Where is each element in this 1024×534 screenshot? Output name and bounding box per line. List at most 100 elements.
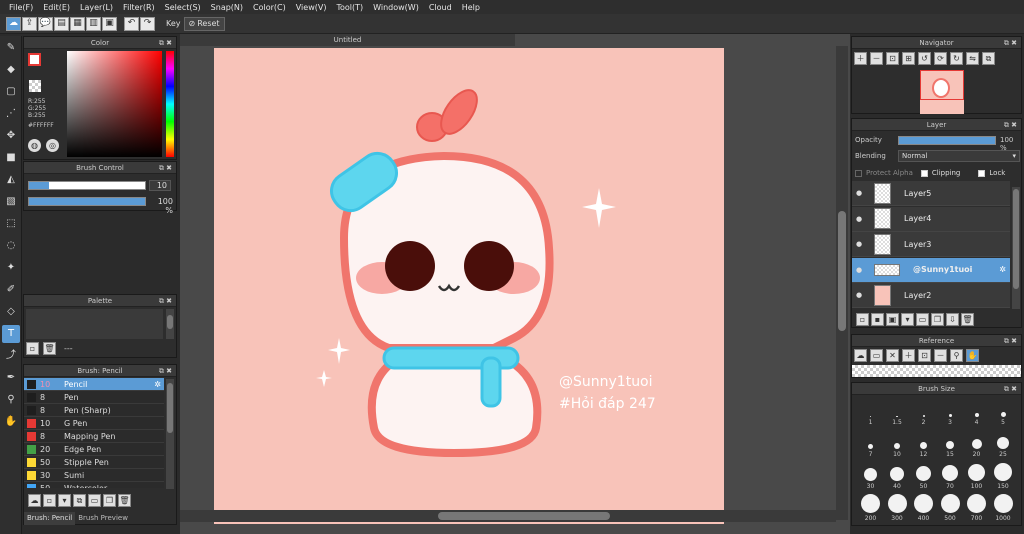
brush-item[interactable]: 10 G Pen xyxy=(24,417,164,430)
palette-area[interactable] xyxy=(26,309,163,339)
zoom-fit-icon[interactable]: ⊡ xyxy=(886,52,899,65)
zoom-in-icon[interactable]: ＋ xyxy=(854,52,867,65)
pen-tool-icon[interactable]: ✒ xyxy=(2,369,20,387)
dotted-select-icon[interactable]: ⋰ xyxy=(2,105,20,123)
palette-scrollbar[interactable] xyxy=(166,309,174,339)
menu-item-8[interactable]: Tool(T) xyxy=(331,3,368,12)
zoom-out-icon[interactable]: － xyxy=(870,52,883,65)
layer-row[interactable]: ● Layer3 xyxy=(852,232,1010,257)
menu-item-3[interactable]: Filter(R) xyxy=(118,3,160,12)
lock-checkbox[interactable] xyxy=(978,169,986,177)
eraser-tool-icon[interactable]: ◆ xyxy=(2,61,20,79)
select-rect-icon[interactable]: ▢ xyxy=(2,83,20,101)
protect-alpha-checkbox[interactable] xyxy=(855,169,862,177)
text-box-icon[interactable]: ▤ xyxy=(54,16,69,31)
rotate-right-icon[interactable]: ↻ xyxy=(950,52,963,65)
brush-size-option[interactable]: 70 xyxy=(938,462,963,490)
brush-opacity-slider[interactable] xyxy=(28,197,146,206)
menu-item-10[interactable]: Cloud xyxy=(424,3,457,12)
palette-wheel-icon[interactable]: ◍ xyxy=(28,139,41,152)
brush-size-option[interactable]: 1000 xyxy=(991,494,1016,522)
undo-icon[interactable]: ↶ xyxy=(124,16,139,31)
brush-copy-icon[interactable]: ⧉ xyxy=(73,494,86,507)
delete-palette-icon[interactable]: 🗑 xyxy=(43,342,56,355)
speech-bubble-icon[interactable]: 💬 xyxy=(38,16,53,31)
cloud-icon[interactable]: ☁ xyxy=(6,16,21,31)
reference-zoom-out-icon[interactable]: － xyxy=(934,349,947,362)
brush-size-option[interactable]: 2 xyxy=(911,398,936,426)
brush-item[interactable]: 8 Mapping Pen xyxy=(24,430,164,443)
reference-close-icon[interactable]: ✕ xyxy=(886,349,899,362)
layer-row[interactable]: ● Layer4 xyxy=(852,206,1010,232)
brush-item[interactable]: 8 Pen xyxy=(24,391,164,404)
brush-list-scrollbar[interactable] xyxy=(166,379,174,489)
canvas-vertical-scrollbar[interactable] xyxy=(836,46,848,520)
layer-delete-icon[interactable]: 🗑 xyxy=(961,313,974,326)
brush-size-option[interactable]: 4 xyxy=(964,398,989,426)
brush-size-option[interactable]: 400 xyxy=(911,494,936,522)
clipping-checkbox[interactable] xyxy=(920,169,928,177)
brush-size-option[interactable]: 40 xyxy=(885,462,910,490)
menu-item-11[interactable]: Help xyxy=(457,3,485,12)
brush-duplicate-icon[interactable]: ❐ xyxy=(103,494,116,507)
page-icon[interactable]: ▦ xyxy=(70,16,85,31)
reference-fit-icon[interactable]: ⊡ xyxy=(918,349,931,362)
color-saturation-picker[interactable] xyxy=(67,51,162,157)
brush-tool-icon[interactable]: ✎ xyxy=(2,39,20,57)
brush-size-option[interactable]: 1.5 xyxy=(885,398,910,426)
eye-icon[interactable]: ● xyxy=(852,189,866,197)
brush-size-option[interactable]: 20 xyxy=(964,430,989,458)
layer-row[interactable]: ● Layer5 xyxy=(852,181,1010,206)
brush-size-slider[interactable] xyxy=(28,181,146,190)
select-eraser-icon[interactable]: ◇ xyxy=(2,303,20,321)
hue-slider[interactable] xyxy=(166,51,174,157)
layer-merge-icon[interactable]: ⇩ xyxy=(946,313,959,326)
brush-item[interactable]: 10 Pencil ✲ xyxy=(24,378,164,391)
menu-item-6[interactable]: Color(C) xyxy=(248,3,291,12)
layer-opacity-slider[interactable] xyxy=(898,136,996,145)
new-layer-icon[interactable]: ▫ xyxy=(856,313,869,326)
brush-folder-icon[interactable]: ▭ xyxy=(88,494,101,507)
layer-row[interactable]: ● @Sunny1tuoi ✲ xyxy=(852,257,1010,283)
lasso-tool-icon[interactable]: ◌ xyxy=(2,237,20,255)
tab-brush-pencil[interactable]: Brush: Pencil xyxy=(24,512,76,525)
brush-size-option[interactable]: 700 xyxy=(964,494,989,522)
brush-size-option[interactable]: 25 xyxy=(991,430,1016,458)
zoom-actual-icon[interactable]: ⊞ xyxy=(902,52,915,65)
foreground-color-swatch[interactable] xyxy=(28,53,41,66)
redo-icon[interactable]: ↷ xyxy=(140,16,155,31)
brush-size-option[interactable]: 12 xyxy=(911,430,936,458)
brush-size-option[interactable]: 150 xyxy=(991,462,1016,490)
layer-scrollbar[interactable] xyxy=(1012,187,1020,309)
menu-item-0[interactable]: File(F) xyxy=(4,3,38,12)
eye-icon[interactable]: ● xyxy=(852,240,866,248)
tab-brush-preview[interactable]: Brush Preview xyxy=(75,512,131,525)
document-tab[interactable]: Untitled xyxy=(180,34,515,46)
brush-size-option[interactable]: 3 xyxy=(938,398,963,426)
drawing-canvas[interactable]: @Sunny1tuoi #Hỏi đáp 247 xyxy=(214,48,724,524)
select-marquee-icon[interactable]: ⬚ xyxy=(2,215,20,233)
move-tool-icon[interactable]: ✥ xyxy=(2,127,20,145)
reference-cloud-icon[interactable]: ☁ xyxy=(854,349,867,362)
brush-item[interactable]: 50 Watercolor xyxy=(24,482,164,488)
hand-tool-icon[interactable]: ✋ xyxy=(2,413,20,431)
brush-size-option[interactable]: 7 xyxy=(858,430,883,458)
select-pen-icon[interactable]: ✐ xyxy=(2,281,20,299)
frame-icon[interactable]: ▣ xyxy=(102,16,117,31)
brush-size-option[interactable]: 30 xyxy=(858,462,883,490)
grid-icon[interactable]: ▥ xyxy=(86,16,101,31)
brush-size-option[interactable]: 300 xyxy=(885,494,910,522)
brush-size-option[interactable]: 10 xyxy=(885,430,910,458)
brush-new-icon[interactable]: ▫ xyxy=(43,494,56,507)
layer-duplicate-icon[interactable]: ❐ xyxy=(931,313,944,326)
brush-size-option[interactable]: 100 xyxy=(964,462,989,490)
eye-icon[interactable]: ● xyxy=(852,291,866,299)
menu-item-7[interactable]: View(V) xyxy=(291,3,332,12)
menu-item-4[interactable]: Select(S) xyxy=(160,3,206,12)
eyedropper-tool-icon[interactable]: ⚲ xyxy=(2,391,20,409)
magic-wand-icon[interactable]: ✦ xyxy=(2,259,20,277)
text-tool-icon[interactable]: T xyxy=(2,325,20,343)
reference-eyedropper-icon[interactable]: ⚲ xyxy=(950,349,963,362)
brush-size-option[interactable]: 500 xyxy=(938,494,963,522)
new-palette-icon[interactable]: ▫ xyxy=(26,342,39,355)
